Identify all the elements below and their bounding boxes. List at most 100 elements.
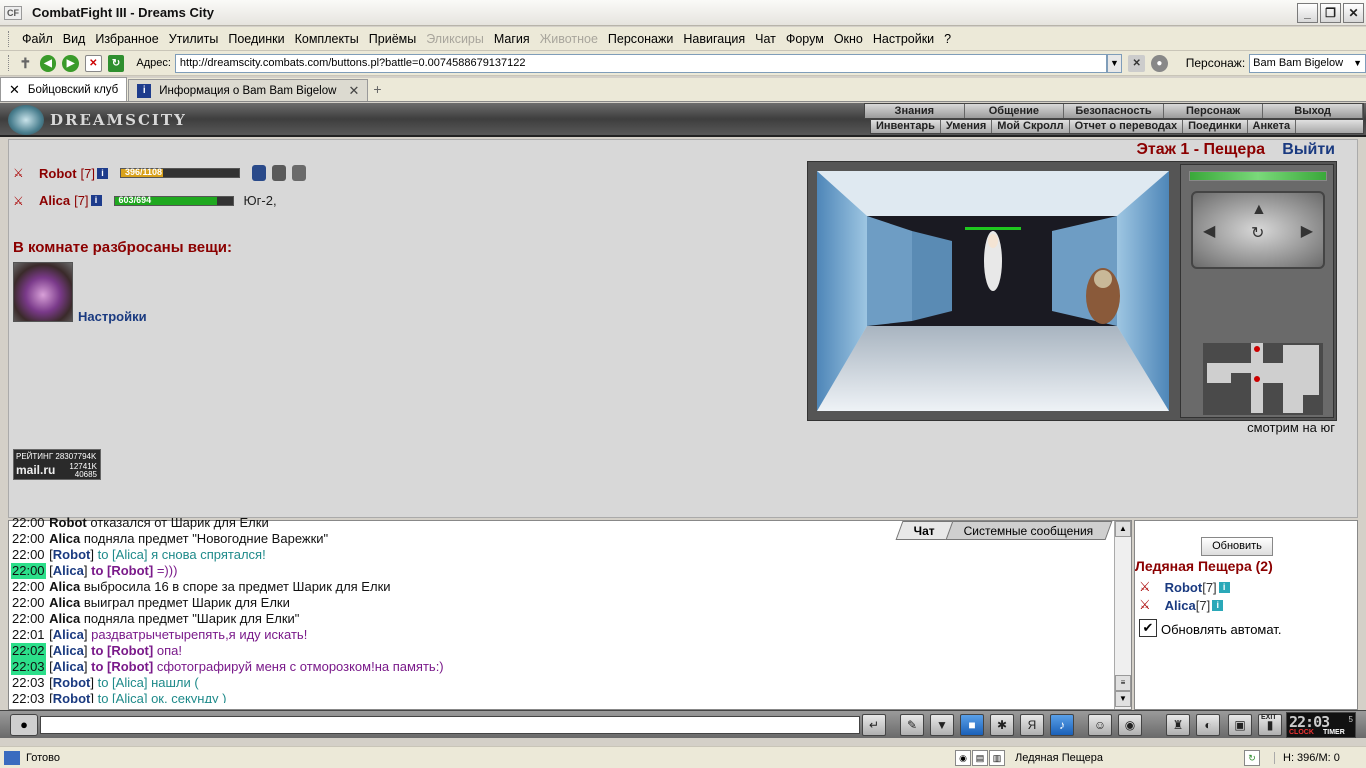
character-select[interactable]: Bam Bam Bigelow ▼ (1249, 53, 1366, 73)
save-icon[interactable]: ■ (960, 714, 984, 736)
chat-recipient[interactable]: to [Robot] (91, 643, 153, 658)
ornament-ball-item[interactable] (13, 262, 73, 322)
tab-fight-club[interactable]: ✕ Бойцовский клуб (0, 77, 128, 101)
globe-icon[interactable]: ◉ (955, 749, 972, 766)
exit-link[interactable]: Выйти (1282, 141, 1335, 159)
nav-link[interactable]: Персонаж (1164, 104, 1264, 118)
info-icon[interactable]: i (97, 167, 109, 179)
chat-timestamp[interactable]: 22:03 (11, 659, 46, 675)
nav-link[interactable]: Умения (941, 120, 993, 133)
chat-sender[interactable]: Robot (53, 547, 91, 562)
chat-timestamp[interactable]: 22:00 (11, 547, 46, 563)
music-icon[interactable]: ♪ (1050, 714, 1074, 736)
address-dropdown-icon[interactable]: ▼ (1106, 53, 1123, 73)
person-icon[interactable]: ✱ (990, 714, 1014, 736)
send-icon[interactable]: ↵ (862, 714, 886, 736)
compass-control[interactable]: ▲ ◀ ▶ ↻ (1191, 191, 1325, 269)
online-user-name[interactable]: Alica (1165, 598, 1196, 613)
chat-recipient[interactable]: to [Robot] (91, 563, 153, 578)
info-icon[interactable]: i (1218, 581, 1230, 593)
menu-item[interactable]: Файл (17, 32, 58, 46)
menu-item[interactable]: Избранное (90, 32, 163, 46)
chat-timestamp[interactable]: 22:00 (11, 531, 46, 547)
menu-item[interactable]: ? (939, 32, 956, 46)
menu-item[interactable]: Магия (489, 32, 535, 46)
menu-item[interactable]: Вид (58, 32, 91, 46)
chat-sender[interactable]: Alica (53, 643, 84, 658)
nav-link[interactable]: Анкета (1248, 120, 1297, 133)
chat-sender[interactable]: Alica (53, 627, 84, 642)
close-button[interactable]: ✕ (1343, 3, 1364, 23)
fight-icon[interactable]: ⚔ (1139, 597, 1151, 613)
nav-link[interactable]: Безопасность (1064, 104, 1164, 118)
new-tab-icon[interactable]: + (373, 81, 381, 97)
chat-timestamp[interactable]: 22:03 (11, 691, 46, 703)
forward-icon[interactable]: ▶ (62, 54, 79, 72)
chat-timestamp[interactable]: 22:00 (11, 563, 46, 579)
nav-link[interactable]: Знания (865, 104, 965, 118)
fight-icon[interactable]: ⚔ (13, 166, 35, 180)
scroll-down-icon[interactable]: ▼ (1115, 691, 1131, 707)
filter-icon[interactable]: ▼ (930, 714, 954, 736)
minimize-button[interactable]: _ (1297, 3, 1318, 23)
menu-item[interactable]: Персонажи (603, 32, 678, 46)
menu-item[interactable]: Навигация (678, 32, 750, 46)
nav-link[interactable]: Мой Скролл (992, 120, 1070, 133)
nav-link[interactable]: Отчет о переводах (1070, 120, 1184, 133)
chat-recipient[interactable]: to [Alica] (98, 547, 148, 562)
refresh-view-icon[interactable]: ↻ (1251, 223, 1264, 243)
eye-icon[interactable]: ● (1151, 54, 1168, 72)
translit-icon[interactable]: Я (1020, 714, 1044, 736)
menu-item[interactable]: Комплекты (290, 32, 364, 46)
menu-item[interactable]: Поединки (223, 32, 289, 46)
player-name[interactable]: Alica (39, 193, 70, 208)
menu-item[interactable]: Настройки (868, 32, 939, 46)
clan-icon[interactable] (292, 165, 307, 181)
chat-sender[interactable]: Alica (49, 579, 80, 594)
refresh-icon[interactable]: ↻ (107, 54, 125, 72)
bag-icon[interactable]: ♜ (1166, 714, 1190, 736)
shield-icon[interactable] (252, 165, 267, 181)
exit-icon[interactable]: EXIT ▮ (1258, 714, 1282, 736)
player-name[interactable]: Robot (39, 166, 77, 181)
maximize-button[interactable]: ❐ (1320, 3, 1341, 23)
scroll-icon[interactable]: ▥ (989, 749, 1006, 766)
arrow-forward-icon[interactable]: ▲ (1251, 201, 1267, 219)
eraser-icon[interactable]: ✎ (900, 714, 924, 736)
toolbar-grip[interactable] (8, 55, 11, 71)
chat-sender[interactable]: Robot (53, 691, 91, 703)
menu-item[interactable]: Форум (781, 32, 829, 46)
chat-timestamp[interactable]: 22:01 (11, 627, 46, 643)
fight-icon[interactable]: ⚔ (1139, 579, 1151, 595)
turn-right-icon[interactable]: ▶ (1301, 221, 1313, 241)
chat-sender[interactable]: Alica (53, 659, 84, 674)
chat-sender[interactable]: Alica (49, 595, 80, 610)
chat-recipient[interactable]: to [Alica] (98, 691, 148, 703)
nav-link[interactable]: Поединки (1183, 120, 1248, 133)
head-icon[interactable]: ● (10, 714, 38, 736)
chat-timestamp[interactable]: 22:02 (11, 643, 46, 659)
fight-icon[interactable]: ⚔ (13, 194, 35, 208)
skull-icon[interactable] (272, 165, 287, 181)
stop-icon[interactable]: ✕ (84, 54, 102, 72)
chat-timestamp[interactable]: 22:00 (11, 611, 46, 627)
mask-icon[interactable]: ◐ (1196, 714, 1220, 736)
scroll-up-icon[interactable]: ▲ (1115, 521, 1131, 537)
dungeon-3d-view[interactable] (817, 171, 1169, 411)
address-input[interactable]: http://dreamscity.combats.com/buttons.pl… (174, 53, 1107, 73)
back-icon[interactable]: ◀ (39, 54, 57, 72)
rating-counter[interactable]: РЕЙТИНГ 28307794K mail.ru 12741K 40685 (13, 449, 101, 480)
tab-chat[interactable]: Чат (895, 521, 953, 540)
auto-refresh-checkbox[interactable]: ✔ (1139, 619, 1157, 637)
nav-link[interactable]: Выход (1263, 104, 1363, 118)
menu-item[interactable]: Приёмы (364, 32, 421, 46)
nav-link[interactable]: Инвентарь (871, 120, 941, 133)
smiley-icon[interactable]: ☺ (1088, 714, 1112, 736)
chat-recipient[interactable]: to [Alica] (98, 675, 148, 690)
menu-item[interactable]: Утилиты (164, 32, 224, 46)
pin-icon[interactable]: ✝ (17, 55, 34, 72)
info-icon[interactable]: i (90, 195, 102, 206)
chat-sender[interactable]: Robot (53, 675, 91, 690)
toolbar-grip[interactable] (8, 30, 11, 47)
settings-link[interactable]: Настройки (78, 309, 147, 324)
